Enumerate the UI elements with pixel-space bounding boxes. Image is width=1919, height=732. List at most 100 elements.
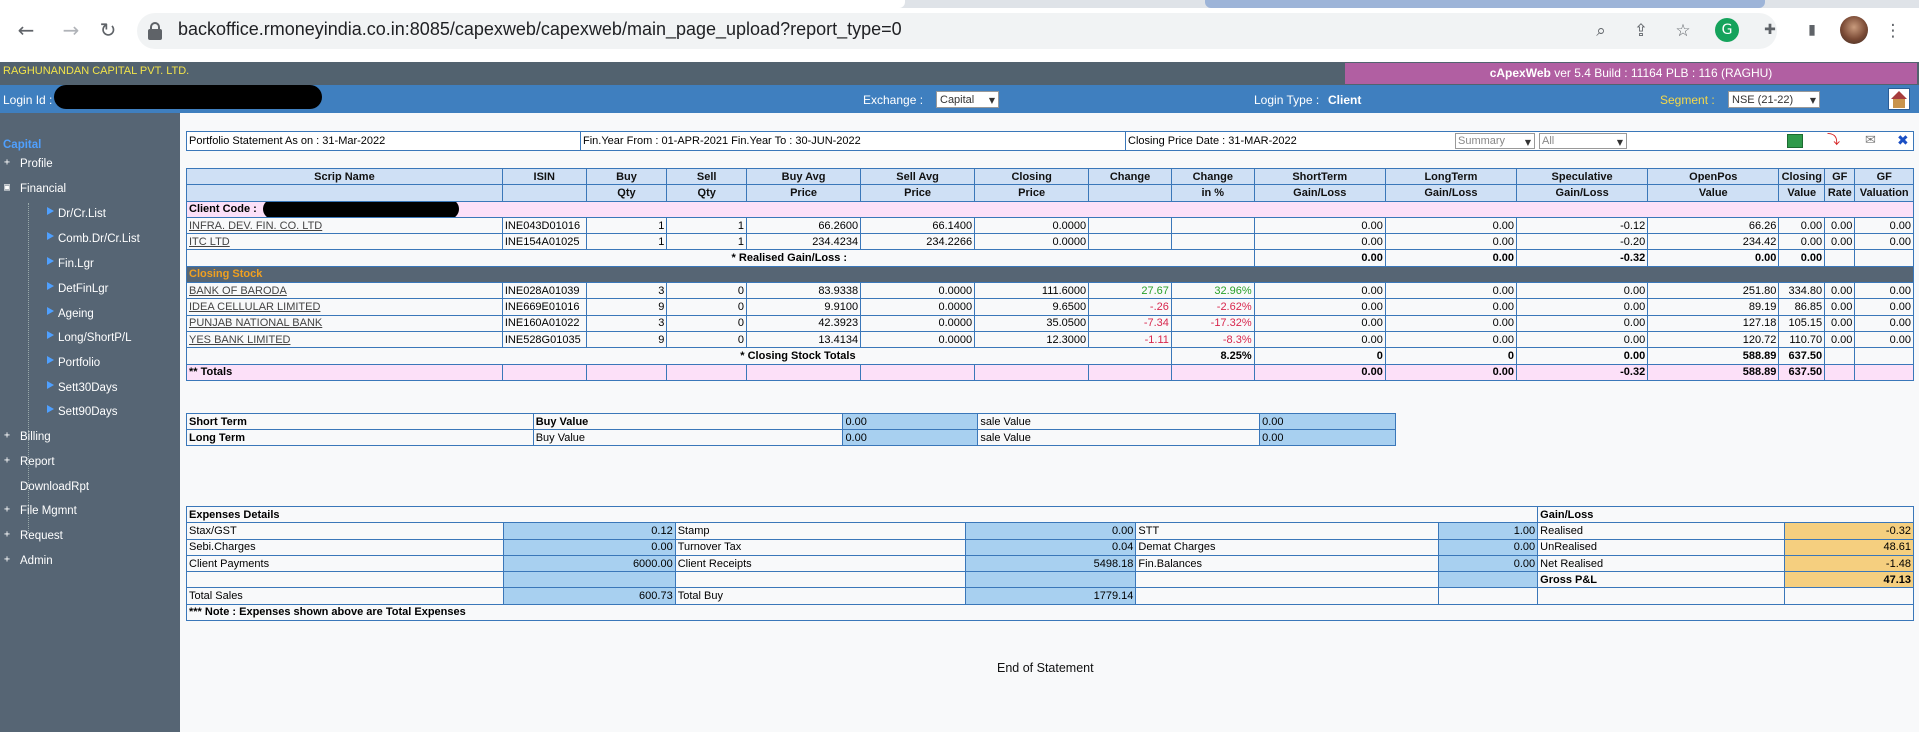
sidebar-admin[interactable]: Admin (20, 555, 53, 567)
column-header-10: LongTerm (1384, 167, 1518, 186)
long-term-sale-label: sale Value (977, 429, 1261, 446)
sidebar-sub-long-short-pl[interactable]: Long/ShortP/L (58, 332, 132, 344)
value-cell: 66.1400 (860, 216, 976, 235)
value-cell: 0 (666, 314, 748, 332)
closing-total-openpos: 588.89 (1647, 347, 1780, 365)
sidebar-sub-ageing[interactable]: Ageing (58, 308, 94, 320)
sidebar-request[interactable]: Request (20, 530, 63, 542)
value-cell: 120.72 (1647, 330, 1780, 349)
gross-pl-row: Gross P&L 47.13 (186, 571, 1914, 589)
segment-select[interactable]: NSE (21-22) (1728, 91, 1820, 108)
scrip-link[interactable]: BANK OF BARODA (186, 282, 503, 300)
value-cell: 9 (585, 298, 668, 316)
grammarly-extension-icon[interactable]: G (1715, 18, 1739, 42)
value-cell: 0.00 (1384, 330, 1518, 349)
value-cell: 0.0000 (860, 330, 976, 349)
header-row-bottom: Qty Qty Price Price Price in % Gain/Loss Gain/L… (186, 184, 1914, 202)
side-panel-icon[interactable]: ▮ (1800, 18, 1824, 42)
value-cell: 0.00 (1516, 314, 1649, 332)
sidebar-sub-sett30days[interactable]: Sett30Days (58, 382, 117, 394)
expand-icon[interactable]: + (4, 158, 13, 168)
short-term-sale-label: sale Value (977, 413, 1261, 430)
value-cell: 0.00 (1824, 314, 1856, 332)
app-name: cApexWeb (1489, 66, 1551, 80)
expand-icon[interactable]: + (4, 555, 13, 565)
value-cell: 0.00 (1854, 216, 1914, 235)
value-cell (1088, 233, 1172, 251)
sidebar-sub-portfolio[interactable]: Portfolio (58, 357, 100, 369)
value-cell: 0.00 (1516, 282, 1649, 300)
expense-value: 0.04 (964, 538, 1137, 556)
close-icon[interactable]: ✖ (1897, 134, 1913, 148)
closing-stock-section-row: Closing Stock (186, 265, 1914, 284)
column-header-7: Change (1088, 167, 1172, 186)
scrip-link[interactable]: ITC LTD (186, 233, 503, 251)
realised-short-term: 0.00 (1253, 249, 1386, 267)
value-cell: 0.00 (1253, 216, 1386, 235)
share-icon[interactable]: ⇪ (1628, 18, 1654, 44)
value-cell: 0.00 (1516, 330, 1649, 349)
collapse-icon[interactable]: ▣ (4, 183, 13, 193)
home-icon[interactable] (1888, 88, 1910, 110)
forward-icon[interactable]: → (58, 17, 84, 43)
value-cell: 111.6000 (974, 282, 1090, 300)
scrip-link[interactable]: IDEA CELLULAR LIMITED (186, 298, 503, 316)
isin-cell: INE160A01022 (501, 314, 587, 332)
sidebar-billing[interactable]: Billing (20, 431, 51, 443)
value-cell: 0.00 (1824, 282, 1856, 300)
expand-icon[interactable]: + (4, 456, 13, 466)
expense-row: Client Payments 6000.00 Client Receipts 549… (186, 554, 1914, 573)
sidebar-downloadrpt[interactable]: DownloadRpt (20, 481, 89, 493)
bookmark-star-icon[interactable]: ☆ (1670, 18, 1696, 44)
sidebar-sub-detfinlgr[interactable]: DetFinLgr (58, 283, 109, 295)
value-cell: 251.80 (1647, 282, 1780, 300)
sidebar-file-mgmnt[interactable]: File Mgmnt (20, 505, 77, 517)
exchange-select[interactable]: Capital (936, 91, 999, 108)
column-header-14: GF (1824, 167, 1856, 186)
value-cell: 0 (666, 282, 748, 300)
profile-avatar[interactable] (1840, 16, 1868, 44)
sidebar-sub-sett90days[interactable]: Sett90Days (58, 406, 117, 418)
closing-total-label: * Closing Stock Totals (186, 347, 1172, 365)
extensions-puzzle-icon[interactable]: ✚ (1758, 18, 1782, 42)
email-icon[interactable]: ✉ (1865, 134, 1881, 148)
expense-value: 1.00 (1438, 522, 1539, 540)
reload-icon[interactable]: ↻ (95, 17, 121, 43)
url-text[interactable]: backoffice.rmoneyindia.co.in:8085/capexw… (178, 19, 902, 40)
sidebar-sub-fin-lgr[interactable]: Fin.Lgr (58, 258, 94, 270)
grand-total-row: ** Totals 0.00 0.00 -0.32 588.89 637.50 (186, 363, 1914, 381)
active-tab[interactable] (0, 0, 905, 8)
back-icon[interactable]: ← (13, 17, 39, 43)
sidebar-report[interactable]: Report (20, 456, 55, 468)
value-cell: 0.00 (1384, 216, 1518, 235)
column-subheader-10: Gain/Loss (1384, 184, 1518, 202)
value-cell: 0.00 (1824, 233, 1856, 251)
expand-icon[interactable]: + (4, 530, 13, 540)
statement-date: Portfolio Statement As on : 31-Mar-2022 (187, 132, 581, 150)
scrip-link[interactable]: INFRA. DEV. FIN. CO. LTD (186, 216, 503, 235)
pdf-export-icon[interactable]: ⤵ (1827, 134, 1843, 148)
sidebar-profile[interactable]: Profile (20, 158, 53, 170)
menu-kebab-icon[interactable]: ⋮ (1880, 18, 1906, 44)
value-cell: 0.00 (1854, 233, 1914, 251)
value-cell: 0.0000 (974, 216, 1090, 235)
segment-label: Segment : (1660, 93, 1715, 107)
value-cell: 0.00 (1824, 216, 1856, 235)
zoom-icon[interactable]: ⌕ (1588, 18, 1614, 44)
scrip-link[interactable]: PUNJAB NATIONAL BANK (186, 314, 503, 332)
excel-export-icon[interactable] (1787, 134, 1803, 148)
view-select[interactable]: Summary (1455, 133, 1535, 150)
expand-icon[interactable]: + (4, 431, 13, 441)
sidebar-sub-drcr-list[interactable]: Dr/Cr.List (58, 208, 106, 220)
lock-icon[interactable] (148, 22, 162, 40)
app-top-bar: RAGHUNANDAN CAPITAL PVT. LTD. cApexWeb v… (0, 62, 1919, 85)
filter-select[interactable]: All (1539, 133, 1627, 150)
sidebar-sub-comb-drcr-list[interactable]: Comb.Dr/Cr.List (58, 233, 140, 245)
sidebar-financial[interactable]: Financial (20, 183, 66, 195)
other-tab[interactable] (1205, 0, 1765, 8)
value-cell: 127.18 (1647, 314, 1780, 332)
scrip-link[interactable]: YES BANK LIMITED (186, 330, 503, 349)
expand-icon[interactable]: + (4, 505, 13, 515)
portfolio-table: Scrip Name ISIN Buy Sell Buy Avg Sell Avg Clos… (186, 167, 1914, 381)
sidebar-capital[interactable]: Capital (3, 139, 41, 151)
